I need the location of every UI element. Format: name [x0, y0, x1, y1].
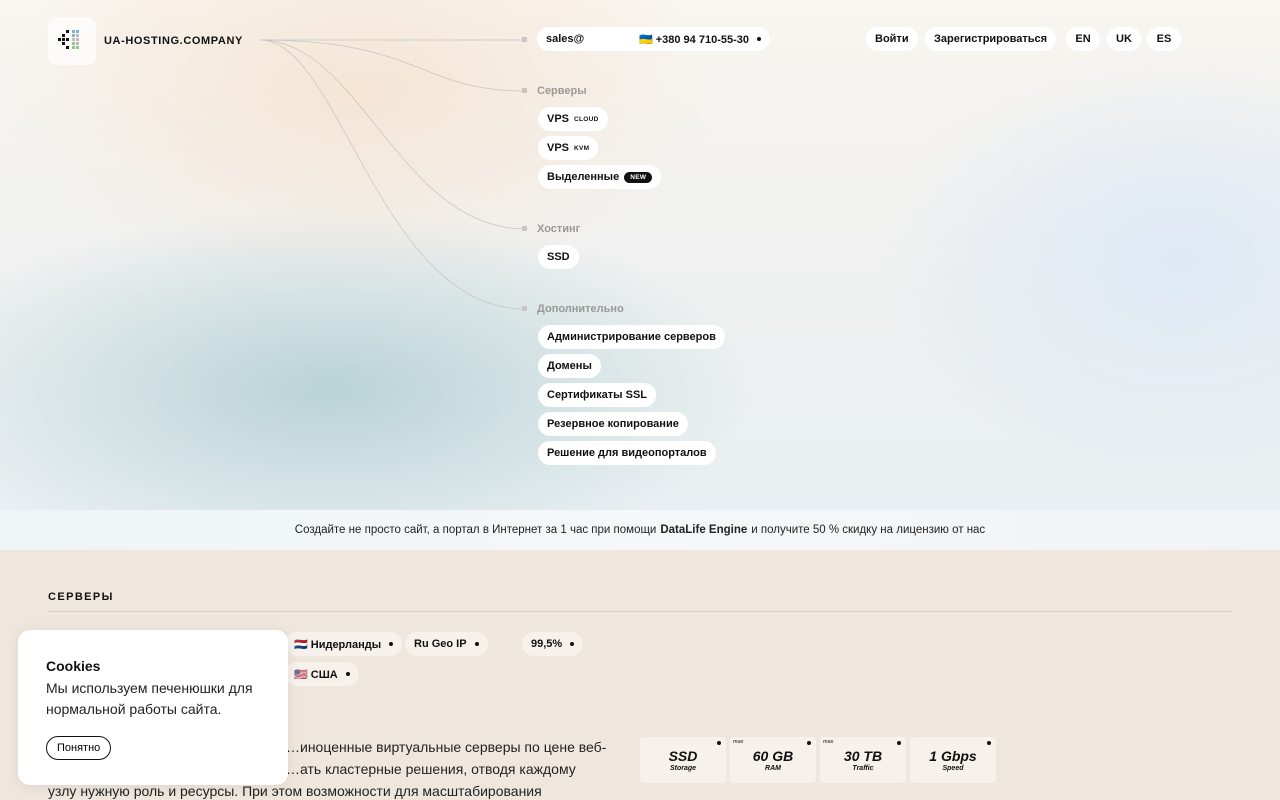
dot-icon	[345, 672, 350, 676]
dot-icon	[807, 741, 811, 745]
dot-icon	[757, 37, 761, 41]
spec-max: max	[733, 739, 744, 745]
dot-icon	[987, 741, 991, 745]
menu-category-hosting: Хостинг	[537, 223, 581, 235]
dot-icon	[897, 741, 901, 745]
menu-item-server-admin[interactable]: Администрирование серверов	[538, 325, 725, 349]
menu-category-extra: Дополнительно	[537, 303, 624, 315]
promo-text-end: и получите 50 % скидку на лицензию от на…	[751, 524, 986, 536]
location-label: 🇳🇱 Нидерланды	[294, 638, 382, 651]
spec-card-storage: SSD Storage	[640, 737, 726, 783]
spec-value: 30 TB	[843, 748, 883, 764]
lang-es-button[interactable]: ES	[1147, 27, 1181, 51]
cookie-accept-button[interactable]: Понятно	[46, 736, 112, 760]
phone-link[interactable]: 🇺🇦 +380 94 710-55-30	[639, 33, 749, 46]
dot-icon	[570, 642, 575, 646]
menu-item-vps-kvm[interactable]: VPS KVM	[538, 136, 599, 160]
dot-icon	[717, 741, 721, 745]
menu-category-servers: Серверы	[537, 85, 587, 97]
brand-name: UA-HOSTING.COMPANY	[104, 35, 243, 47]
menu-item-tag: CLOUD	[574, 115, 599, 123]
location-tag-netherlands[interactable]: 🇳🇱 Нидерланды	[285, 632, 403, 656]
spec-label: Storage	[669, 765, 697, 772]
brand-logo[interactable]: UA-HOSTING.COMPANY	[48, 17, 243, 65]
logo-icon	[48, 17, 96, 65]
spec-card-ram: max 60 GB RAM	[730, 737, 816, 783]
menu-item-tag: KVM	[574, 144, 590, 152]
uptime-value: 99,5%	[531, 638, 563, 650]
spec-value: SSD	[668, 748, 698, 764]
menu-item-dedicated[interactable]: Выделенные NEW	[538, 165, 662, 189]
menu-item-video-portals[interactable]: Решение для видеопорталов	[538, 441, 716, 465]
menu-item-label: VPS	[547, 113, 570, 125]
divider	[48, 611, 1232, 612]
location-label: Ru Geo IP	[414, 638, 467, 650]
spec-label: Speed	[942, 765, 964, 772]
dot-icon	[474, 642, 479, 646]
cookie-banner: Cookies Мы используем печенюшки для норм…	[18, 630, 288, 785]
dot-icon	[389, 642, 394, 646]
location-tag-ru-geo[interactable]: Ru Geo IP	[405, 632, 488, 656]
location-tag-usa[interactable]: 🇺🇸 США	[285, 662, 359, 686]
new-badge: NEW	[624, 171, 653, 183]
spec-value: 1 Gbps	[929, 748, 977, 764]
menu-item-backup[interactable]: Резервное копирование	[538, 412, 688, 436]
promo-text: Создайте не просто сайт, а портал в Инте…	[294, 524, 657, 536]
cookie-text: Мы используем печенюшки для нормальной р…	[46, 680, 253, 717]
spec-label: Traffic	[852, 765, 874, 772]
section-title: СЕРВЕРЫ	[48, 591, 114, 603]
menu-item-vps-cloud[interactable]: VPS CLOUD	[538, 107, 608, 131]
spec-card-traffic: max 30 TB Traffic	[820, 737, 906, 783]
location-label: 🇺🇸 США	[294, 668, 338, 681]
menu-item-domains[interactable]: Домены	[538, 354, 601, 378]
menu-item-label: Выделенные	[547, 171, 620, 183]
email-link[interactable]: sales@	[546, 33, 584, 45]
register-button[interactable]: Зарегистрироваться	[925, 27, 1057, 51]
menu-item-label: VPS	[547, 142, 570, 154]
contact-pill[interactable]: sales@ 🇺🇦 +380 94 710-55-30	[537, 27, 770, 51]
login-button[interactable]: Войти	[866, 27, 918, 51]
lang-uk-button[interactable]: UK	[1107, 27, 1141, 51]
lang-en-button[interactable]: EN	[1066, 27, 1100, 51]
uptime-tag: 99,5%	[522, 632, 584, 656]
menu-item-ssd[interactable]: SSD	[538, 245, 579, 269]
promo-banner[interactable]: Создайте не просто сайт, а портал в Инте…	[0, 510, 1280, 550]
cookie-title: Cookies	[46, 658, 101, 674]
spec-value: 60 GB	[752, 748, 794, 764]
spec-max: max	[823, 739, 834, 745]
spec-card-speed: 1 Gbps Speed	[910, 737, 996, 783]
menu-item-ssl[interactable]: Сертификаты SSL	[538, 383, 657, 407]
promo-highlight: DataLife Engine	[660, 524, 748, 536]
spec-label: RAM	[765, 765, 781, 772]
